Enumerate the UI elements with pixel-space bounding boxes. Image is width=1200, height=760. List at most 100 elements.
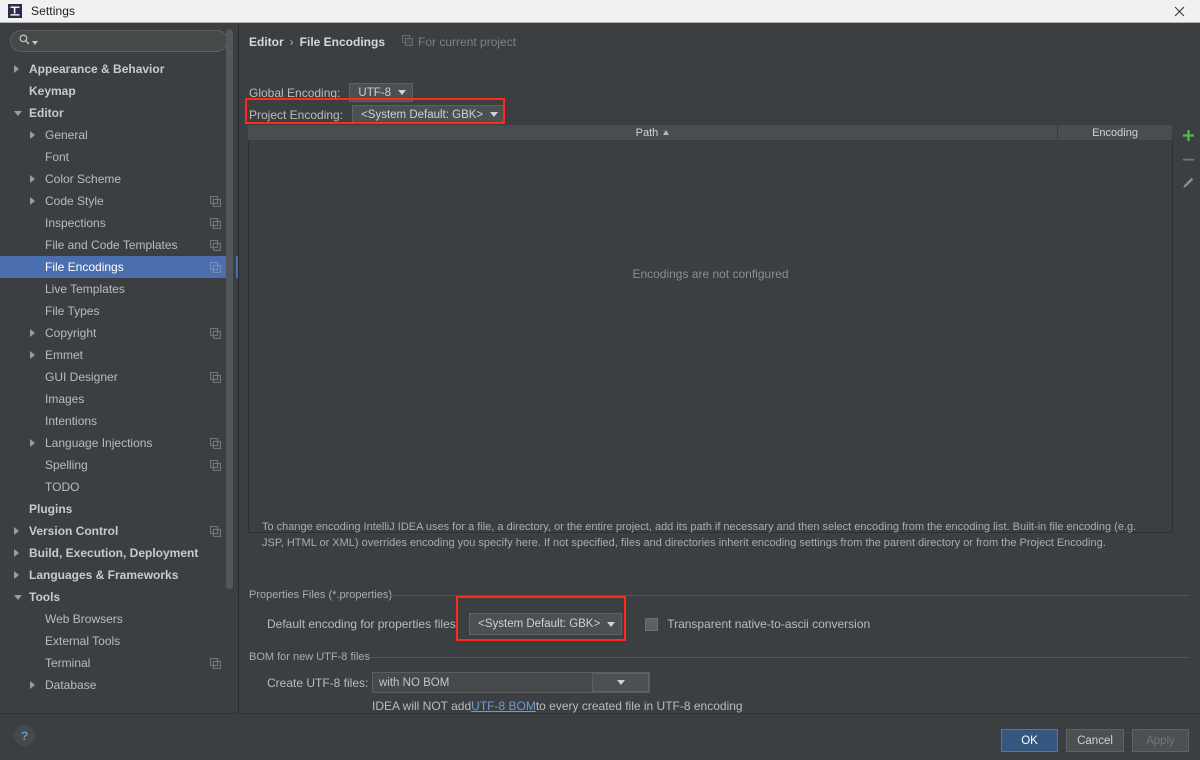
sidebar-item-copyright[interactable]: Copyright (0, 322, 238, 344)
question-mark-icon[interactable]: ? (14, 725, 35, 746)
chevron-right-icon[interactable] (30, 439, 35, 447)
default-properties-encoding-value: <System Default: GBK> (478, 618, 601, 630)
sidebar-item-database[interactable]: Database (0, 674, 238, 696)
sidebar-item-web-browsers[interactable]: Web Browsers (0, 608, 238, 630)
remove-button[interactable] (1177, 147, 1199, 171)
copy-badge-icon (210, 657, 221, 669)
sidebar-item-inspections[interactable]: Inspections (0, 212, 238, 234)
chevron-right-icon[interactable] (30, 175, 35, 183)
sidebar-item-terminal[interactable]: Terminal (0, 652, 238, 674)
sidebar-item-build-execution-deployment[interactable]: Build, Execution, Deployment (0, 542, 238, 564)
column-header-path[interactable]: Path (248, 124, 1058, 141)
sidebar-item-label: Editor (29, 106, 64, 120)
sidebar-item-live-templates[interactable]: Live Templates (0, 278, 238, 300)
sidebar-item-intentions[interactable]: Intentions (0, 410, 238, 432)
sidebar-item-plugins[interactable]: Plugins (0, 498, 238, 520)
breadcrumb-parent[interactable]: Editor (249, 35, 284, 49)
sidebar-item-label: Copyright (45, 326, 97, 340)
search-icon (19, 32, 30, 50)
sidebar-item-language-injections[interactable]: Language Injections (0, 432, 238, 454)
column-header-encoding[interactable]: Encoding (1058, 124, 1173, 141)
bom-note-suffix: to every created file in UTF-8 encoding (535, 699, 743, 713)
default-properties-encoding-dropdown[interactable]: <System Default: GBK> (469, 613, 623, 635)
transparent-conversion-checkbox[interactable] (645, 617, 659, 631)
sidebar-item-file-and-code-templates[interactable]: File and Code Templates (0, 234, 238, 256)
copy-badge-icon (210, 371, 221, 383)
chevron-right-icon[interactable] (30, 681, 35, 689)
sidebar-item-emmet[interactable]: Emmet (0, 344, 238, 366)
sidebar-item-label: Font (45, 150, 70, 164)
sidebar-item-appearance-behavior[interactable]: Appearance & Behavior (0, 58, 238, 80)
sidebar-item-tools[interactable]: Tools (0, 586, 238, 608)
create-utf8-dropdown[interactable]: with NO BOM (372, 672, 650, 693)
sidebar-item-label: GUI Designer (45, 370, 118, 384)
settings-tree: Appearance & Behavior Keymap Editor General… (0, 58, 238, 706)
sidebar-item-external-tools[interactable]: External Tools (0, 630, 238, 652)
add-button[interactable] (1177, 123, 1199, 147)
sidebar-item-file-types[interactable]: File Types (0, 300, 238, 322)
sidebar-scrollbar-track[interactable] (226, 25, 236, 669)
chevron-down-icon[interactable] (14, 111, 22, 116)
apply-button[interactable]: Apply (1132, 729, 1189, 752)
breadcrumb-current: File Encodings (299, 35, 386, 49)
sidebar-item-label: External Tools (45, 634, 121, 648)
chevron-down-icon[interactable] (592, 673, 649, 692)
sidebar-item-label: Intentions (45, 414, 98, 428)
breadcrumb: Editor › File Encodings For current proj… (249, 35, 516, 49)
sidebar-item-keymap[interactable]: Keymap (0, 80, 238, 102)
chevron-right-icon[interactable] (30, 351, 35, 359)
for-current-project-label: For current project (418, 35, 517, 49)
sidebar-item-color-scheme[interactable]: Color Scheme (0, 168, 238, 190)
chevron-right-icon[interactable] (30, 197, 35, 205)
sidebar-item-todo[interactable]: TODO (0, 476, 238, 498)
sidebar-item-label: Emmet (45, 348, 84, 362)
ok-button[interactable]: OK (1001, 729, 1058, 752)
utf8-bom-link[interactable]: UTF-8 BOM (471, 699, 536, 713)
sidebar-item-label: Languages & Frameworks (29, 568, 179, 582)
sidebar-item-label: Spelling (45, 458, 88, 472)
sidebar-item-label: Database (45, 678, 97, 692)
sidebar-item-code-style[interactable]: Code Style (0, 190, 238, 212)
properties-section-rule (390, 595, 1190, 596)
sidebar-item-editor[interactable]: Editor (0, 102, 238, 124)
close-icon[interactable] (1158, 0, 1200, 22)
chevron-right-icon[interactable] (30, 329, 35, 337)
global-encoding-dropdown[interactable]: UTF-8 (349, 83, 413, 102)
sidebar-item-label: Color Scheme (45, 172, 122, 186)
sidebar-item-label: File and Code Templates (45, 238, 178, 252)
copy-badge-icon (210, 459, 221, 471)
copy-badge-icon (210, 437, 221, 449)
copy-badge-icon (210, 261, 221, 273)
chevron-right-icon[interactable] (14, 527, 19, 535)
chevron-down-icon[interactable] (14, 595, 22, 600)
sidebar-item-gui-designer[interactable]: GUI Designer (0, 366, 238, 388)
project-encoding-value: <System Default: GBK> (361, 108, 484, 121)
chevron-right-icon[interactable] (30, 131, 35, 139)
window-title: Settings (31, 4, 76, 18)
sidebar-item-images[interactable]: Images (0, 388, 238, 410)
chevron-right-icon[interactable] (14, 65, 19, 73)
sidebar-item-font[interactable]: Font (0, 146, 238, 168)
sidebar-item-languages-frameworks[interactable]: Languages & Frameworks (0, 564, 238, 586)
column-header-path-label: Path (635, 126, 659, 139)
search-box[interactable] (10, 30, 228, 52)
edit-button[interactable] (1177, 171, 1199, 195)
default-properties-encoding-row: Default encoding for properties files: <… (267, 613, 870, 635)
bom-section-title: BOM for new UTF-8 files (249, 651, 371, 663)
sidebar-item-label: Code Style (45, 194, 104, 208)
chevron-right-icon[interactable] (14, 549, 19, 557)
search-input[interactable] (38, 35, 227, 47)
sidebar-item-general[interactable]: General (0, 124, 238, 146)
cancel-button[interactable]: Cancel (1066, 729, 1124, 752)
sidebar-item-file-encodings[interactable]: File Encodings (0, 256, 238, 278)
project-encoding-dropdown[interactable]: <System Default: GBK> (352, 105, 506, 124)
encodings-table-toolbar (1176, 123, 1200, 219)
encodings-table-body[interactable]: Encodings are not configured (248, 141, 1173, 533)
chevron-right-icon[interactable] (14, 571, 19, 579)
chevron-down-icon (607, 621, 616, 627)
encodings-help-text: To change encoding IntelliJ IDEA uses fo… (262, 521, 1137, 549)
sidebar-item-version-control[interactable]: Version Control (0, 520, 238, 542)
sidebar-item-spelling[interactable]: Spelling (0, 454, 238, 476)
sidebar-item-label: Inspections (45, 216, 106, 230)
sidebar-scrollbar-thumb[interactable] (226, 29, 233, 589)
